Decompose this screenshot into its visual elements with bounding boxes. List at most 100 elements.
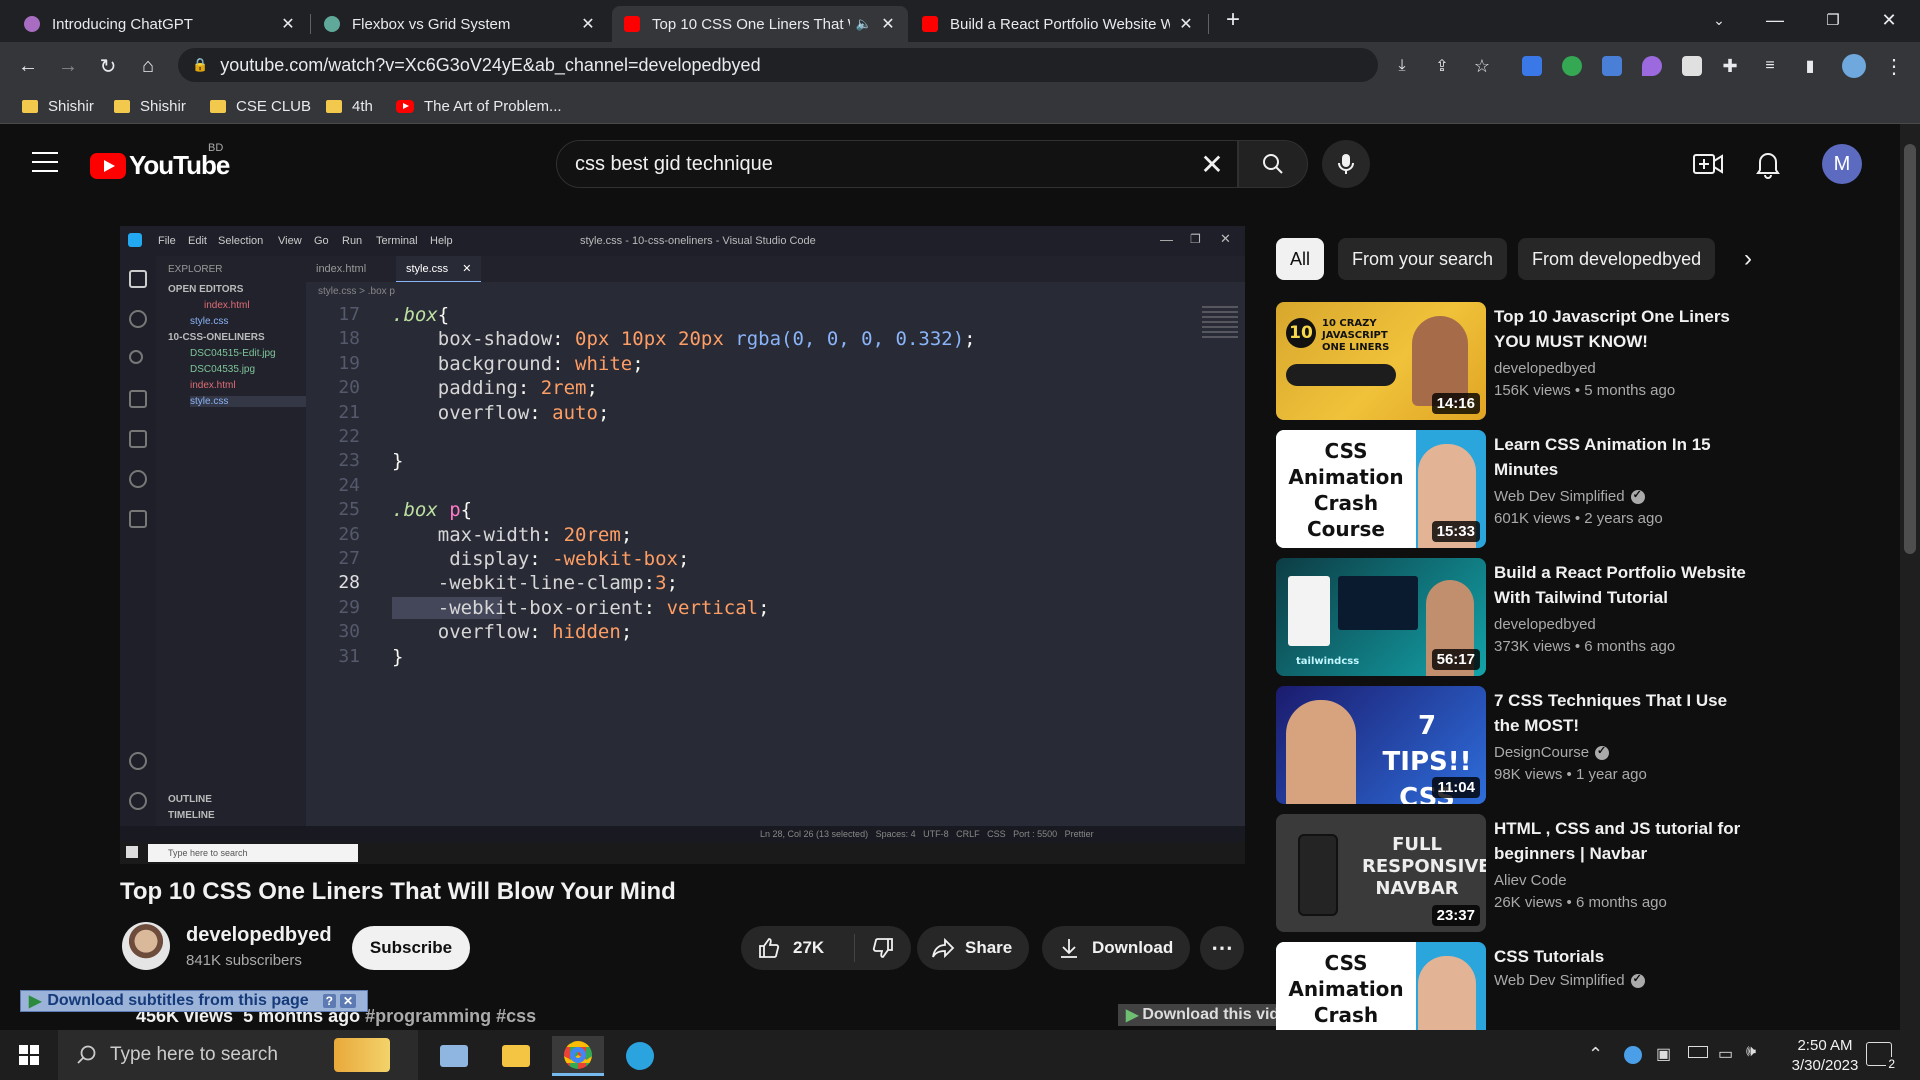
close-tab-icon[interactable]: ✕ <box>280 14 296 34</box>
taskbar-app-desktop[interactable] <box>428 1036 480 1076</box>
extension-icon[interactable] <box>1682 56 1702 76</box>
bookmark-folder[interactable]: Shishir <box>114 96 186 116</box>
video-title[interactable]: Learn CSS Animation In 15 Minutes <box>1494 432 1746 482</box>
battery-icon[interactable] <box>1688 1046 1708 1058</box>
clear-search-icon[interactable]: ✕ <box>1197 149 1227 180</box>
translate-extension-icon[interactable] <box>1602 56 1622 76</box>
video-thumbnail[interactable]: 10 10 CRAZY JAVASCRIPT ONE LINERS 14:16 <box>1276 302 1486 420</box>
bookmark-star-icon[interactable]: ☆ <box>1466 50 1498 82</box>
close-tab-icon[interactable]: ✕ <box>580 14 596 34</box>
chevron-right-icon[interactable]: › <box>1736 238 1760 280</box>
tray-app-icon[interactable] <box>1624 1046 1642 1064</box>
bookmark-folder[interactable]: Shishir <box>22 96 94 116</box>
channel-name[interactable]: Aliev Code <box>1494 872 1567 889</box>
channel-name[interactable]: developedbyed <box>1494 616 1596 633</box>
profile-avatar[interactable] <box>1842 54 1866 78</box>
puzzle-extensions-icon[interactable]: ✚ <box>1714 50 1746 82</box>
page-scrollbar[interactable] <box>1900 124 1920 1030</box>
camera-icon[interactable]: ▣ <box>1656 1044 1671 1064</box>
channel-name[interactable]: DesignCourse <box>1494 744 1610 761</box>
create-video-button[interactable] <box>1692 150 1724 178</box>
tab-react-portfolio[interactable]: Build a React Portfolio Website W ✕ <box>910 6 1206 42</box>
notification-center-icon[interactable]: 2 <box>1866 1042 1897 1071</box>
playlist-title[interactable]: CSS Tutorials <box>1494 944 1746 969</box>
side-panel-icon[interactable]: ▮ <box>1794 50 1826 82</box>
install-app-icon[interactable]: ⤓ <box>1386 50 1418 82</box>
new-tab-button[interactable]: + <box>1210 4 1256 36</box>
more-actions-icon[interactable]: ⋯ <box>1200 926 1244 970</box>
home-icon[interactable]: ⌂ <box>132 50 164 82</box>
taskbar-app-chrome[interactable] <box>552 1036 604 1076</box>
reload-icon[interactable]: ↻ <box>92 50 124 82</box>
channel-name[interactable]: developedbyed <box>1494 360 1596 377</box>
hashtags[interactable]: #programming #css <box>365 1006 536 1026</box>
video-title[interactable]: Top 10 Javascript One Liners YOU MUST KN… <box>1494 304 1746 354</box>
bookmark-folder[interactable]: 4th <box>326 96 373 116</box>
search-button[interactable] <box>1238 140 1308 188</box>
video-thumbnail[interactable]: CSS Animation Crash Course 15:33 <box>1276 430 1486 548</box>
speaker-icon[interactable]: 🔈 <box>856 16 872 32</box>
youtube-logo[interactable]: YouTube BD <box>90 142 230 181</box>
extension-icon[interactable] <box>1642 56 1662 76</box>
close-tab-icon[interactable]: ✕ <box>880 14 896 34</box>
scrollbar-thumb[interactable] <box>1904 144 1916 554</box>
recommended-video[interactable]: FULL RESPONSIVE NAVBAR 23:37 HTML , CSS … <box>1276 814 1746 934</box>
tab-flexbox[interactable]: Flexbox vs Grid System ✕ <box>312 6 608 42</box>
system-clock[interactable]: 2:50 AM 3/30/2023 <box>1770 1036 1880 1076</box>
close-tab-icon[interactable]: ✕ <box>1178 14 1194 34</box>
video-title[interactable]: Build a React Portfolio Website With Tai… <box>1494 560 1746 610</box>
chip-from-developedbyed[interactable]: From developedbyed <box>1518 238 1716 280</box>
like-button[interactable]: 27K <box>741 934 855 962</box>
channel-name[interactable]: Web Dev Simplified <box>1494 972 1645 989</box>
taskbar-app-telegram[interactable] <box>614 1036 666 1076</box>
start-button[interactable] <box>0 1030 58 1080</box>
video-player[interactable]: File Edit Selection View Go Run Terminal… <box>120 226 1245 864</box>
channel-avatar[interactable] <box>122 922 170 970</box>
volume-icon[interactable]: 🕪 <box>1746 1043 1756 1061</box>
extension-icon[interactable] <box>1562 56 1582 76</box>
forward-arrow-icon[interactable]: → <box>52 50 84 82</box>
recommended-video[interactable]: CSS Animation Crash Course 15:33 Learn C… <box>1276 430 1746 550</box>
extension-icon[interactable] <box>1522 56 1542 76</box>
download-button[interactable]: Download <box>1042 926 1190 970</box>
close-window-button[interactable]: ✕ <box>1866 4 1912 36</box>
taskbar-search[interactable]: Type here to search <box>58 1030 418 1080</box>
hamburger-menu-icon[interactable] <box>32 152 58 172</box>
help-icon[interactable]: ? <box>322 994 337 1008</box>
chevron-up-icon[interactable]: ⌃ <box>1588 1044 1603 1065</box>
search-input[interactable]: css best gid technique ✕ <box>556 140 1238 188</box>
bookmark-folder[interactable]: CSE CLUB <box>210 96 311 116</box>
channel-name[interactable]: developedbyed <box>186 924 332 947</box>
account-avatar[interactable]: M <box>1822 144 1862 184</box>
url-bar[interactable]: 🔒 youtube.com/watch?v=Xc6G3oV24yE&ab_cha… <box>178 48 1378 82</box>
voice-search-button[interactable] <box>1322 140 1370 188</box>
chip-from-your-search[interactable]: From your search <box>1338 238 1508 280</box>
recommended-playlist[interactable]: CSS Animation Crash CSS Tutorials Web De… <box>1276 942 1746 1030</box>
notifications-button[interactable] <box>1752 148 1784 180</box>
video-title[interactable]: 7 CSS Techniques That I Use the MOST! <box>1494 688 1746 738</box>
subscribe-button[interactable]: Subscribe <box>352 926 470 970</box>
restore-button[interactable]: ❐ <box>1810 4 1856 36</box>
channel-name[interactable]: Web Dev Simplified <box>1494 488 1645 505</box>
share-page-icon[interactable]: ⇪ <box>1426 50 1458 82</box>
close-icon[interactable]: ✕ <box>340 994 357 1008</box>
video-thumbnail[interactable]: FULL RESPONSIVE NAVBAR 23:37 <box>1276 814 1486 932</box>
tab-chatgpt[interactable]: Introducing ChatGPT ✕ <box>12 6 308 42</box>
video-title[interactable]: HTML , CSS and JS tutorial for beginners… <box>1494 816 1746 866</box>
tab-css-one-liners[interactable]: Top 10 CSS One Liners That W 🔈 ✕ <box>612 6 908 42</box>
network-icon[interactable]: ▭ <box>1718 1044 1733 1064</box>
download-subtitles-banner[interactable]: ▶ Download subtitles from this page ? ✕ <box>20 990 368 1012</box>
kebab-menu-icon[interactable]: ⋮ <box>1878 50 1910 82</box>
taskbar-app-file-explorer[interactable] <box>490 1036 542 1076</box>
video-thumbnail[interactable]: CSS Animation Crash <box>1276 942 1486 1030</box>
video-thumbnail[interactable]: tailwindcss 56:17 <box>1276 558 1486 676</box>
recommended-video[interactable]: 10 10 CRAZY JAVASCRIPT ONE LINERS 14:16 … <box>1276 302 1746 422</box>
back-arrow-icon[interactable]: ← <box>12 50 44 82</box>
share-button[interactable]: Share <box>917 926 1029 970</box>
minimize-button[interactable]: — <box>1752 4 1798 36</box>
media-controls-icon[interactable]: ≡ <box>1754 50 1786 82</box>
video-thumbnail[interactable]: 7 TIPS!! CSS 11:04 <box>1276 686 1486 804</box>
chip-all[interactable]: All <box>1276 238 1325 280</box>
dislike-button[interactable] <box>855 936 911 960</box>
recommended-video[interactable]: tailwindcss 56:17 Build a React Portfoli… <box>1276 558 1746 678</box>
